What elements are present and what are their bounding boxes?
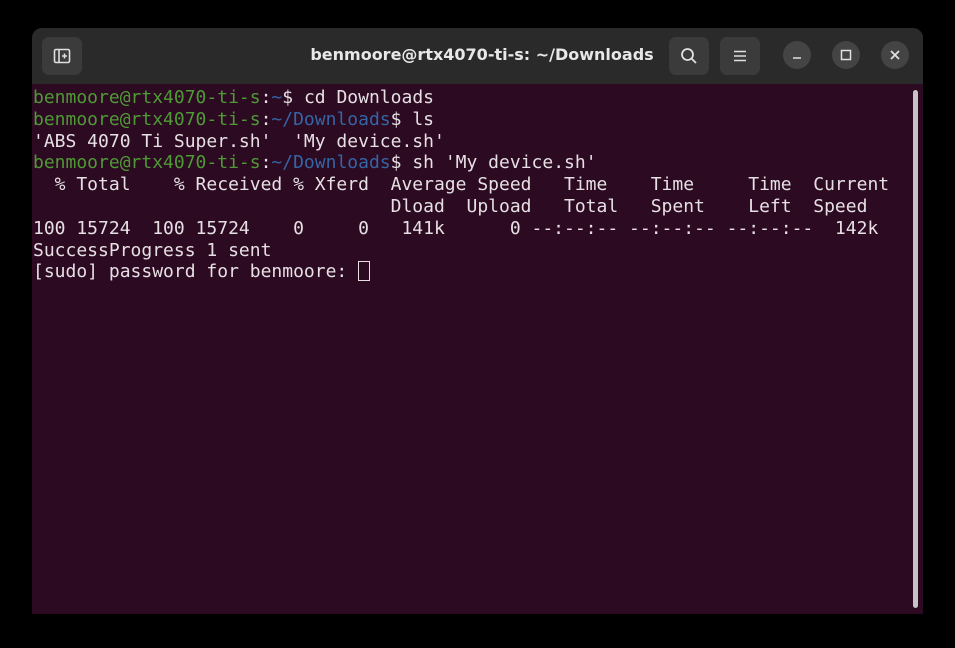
prompt-separator: :	[260, 87, 272, 108]
close-icon	[889, 49, 901, 61]
maximize-icon	[840, 49, 852, 61]
prompt-line: benmoore@rtx4070-ti-s:~/Downloads$ ls	[33, 109, 912, 131]
search-button[interactable]	[669, 37, 709, 75]
minimize-icon	[791, 49, 803, 61]
terminal-window: benmoore@rtx4070-ti-s: ~/Downloads benmo…	[32, 28, 923, 614]
prompt-line: benmoore@rtx4070-ti-s:~$ cd Downloads	[33, 87, 912, 109]
hamburger-menu-icon	[732, 49, 748, 63]
prompt-path: ~	[271, 87, 283, 108]
prompt-line: benmoore@rtx4070-ti-s:~/Downloads$ sh 'M…	[33, 152, 912, 174]
minimize-button[interactable]	[783, 41, 811, 69]
output-line: 100 15724 100 15724 0 0 141k 0 --:--:-- …	[33, 217, 879, 239]
window-title: benmoore@rtx4070-ti-s: ~/Downloads	[310, 45, 654, 64]
command-text: cd Downloads	[303, 87, 434, 108]
prompt-symbol: $	[390, 108, 413, 130]
menu-button[interactable]	[720, 37, 760, 75]
output-line: Dload Upload Total Spent Left Speed	[33, 195, 868, 217]
prompt-user-host: benmoore@rtx4070-ti-s	[33, 108, 261, 130]
search-icon	[680, 47, 698, 65]
text-cursor	[358, 261, 371, 282]
password-prompt-line[interactable]: [sudo] password for benmoore:	[33, 261, 912, 283]
close-button[interactable]	[881, 41, 909, 69]
prompt-path: ~/Downloads	[271, 152, 391, 174]
terminal-output[interactable]: benmoore@rtx4070-ti-s:~$ cd Downloads be…	[32, 84, 912, 614]
prompt-user-host: benmoore@rtx4070-ti-s	[33, 87, 261, 108]
output-line: 'ABS 4070 Ti Super.sh' 'My device.sh'	[33, 130, 445, 152]
prompt-symbol: $	[282, 87, 304, 108]
command-text: ls	[412, 108, 435, 130]
command-text: sh 'My device.sh'	[412, 152, 597, 174]
maximize-button[interactable]	[832, 41, 860, 69]
prompt-path: ~/Downloads	[271, 108, 391, 130]
scrollbar[interactable]	[913, 90, 918, 608]
new-tab-button[interactable]	[42, 37, 82, 75]
prompt-user-host: benmoore@rtx4070-ti-s	[33, 152, 261, 174]
output-line: % Total % Received % Xferd Average Speed…	[33, 174, 890, 196]
prompt-separator: :	[260, 152, 272, 174]
title-bar: benmoore@rtx4070-ti-s: ~/Downloads	[32, 28, 923, 84]
prompt-separator: :	[260, 108, 272, 130]
password-prompt-text: [sudo] password for benmoore:	[33, 261, 359, 283]
output-line: SuccessProgress 1 sent	[33, 239, 272, 261]
new-tab-icon	[53, 48, 71, 64]
prompt-symbol: $	[390, 152, 413, 174]
